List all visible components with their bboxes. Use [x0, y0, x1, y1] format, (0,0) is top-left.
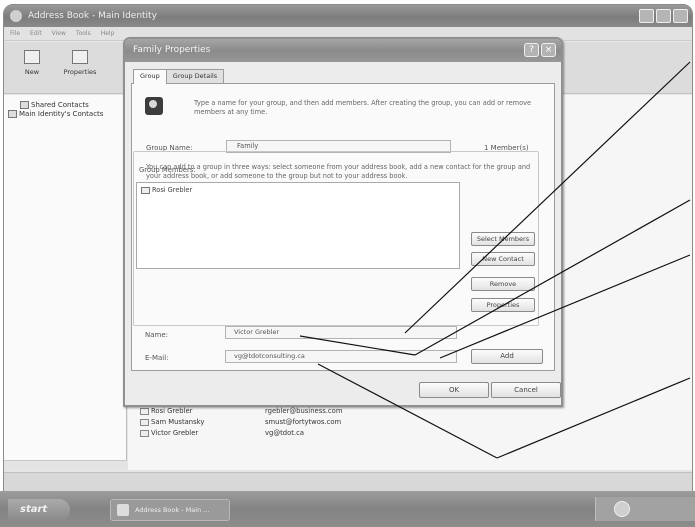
name-input[interactable]: Victor Grebler	[225, 326, 457, 339]
tree-item-shared-contacts[interactable]: Shared Contacts	[20, 101, 89, 109]
new-button-label: New	[24, 68, 40, 76]
contacts-list: Rosi Grebler rgebler@business.com Sam Mu…	[140, 407, 520, 440]
taskbar-item-label: Address Book - Main ...	[135, 506, 210, 514]
address-book-icon	[10, 10, 22, 22]
ok-button[interactable]: OK	[419, 382, 489, 398]
properties-toolbar-label: Properties	[63, 68, 97, 76]
contact-icon	[140, 407, 149, 415]
properties-button[interactable]: Properties	[471, 298, 535, 312]
minimize-icon[interactable]	[639, 9, 654, 23]
list-item[interactable]: Rosi Grebler rgebler@business.com	[140, 407, 520, 418]
list-item[interactable]: Victor Grebler vg@tdot.ca	[140, 429, 520, 440]
start-button[interactable]: start	[8, 499, 70, 521]
app-titlebar: Address Book - Main Identity	[4, 5, 692, 27]
dialog-window-controls: ? ×	[524, 43, 556, 57]
tree-item-label: Shared Contacts	[31, 101, 89, 109]
contact-email: vg@tdot.ca	[265, 429, 304, 437]
folder-tree: Shared Contacts Main Identity's Contacts	[4, 95, 127, 467]
new-contact-icon	[24, 50, 40, 64]
contact-name: Sam Mustansky	[151, 418, 205, 426]
members-list[interactable]: Rosi Grebler	[136, 182, 460, 269]
tree-item-main-identity[interactable]: Main Identity's Contacts	[8, 110, 103, 118]
add-button[interactable]: Add	[471, 349, 543, 364]
contact-email: smust@fortytwos.com	[265, 418, 342, 426]
horizontal-scrollbar[interactable]	[4, 460, 127, 470]
group-icon	[145, 97, 163, 115]
close-icon[interactable]: ×	[541, 43, 556, 57]
contact-icon	[140, 418, 149, 426]
contact-name: Victor Grebler	[151, 429, 199, 437]
remove-button[interactable]: Remove	[471, 277, 535, 291]
properties-toolbar-button[interactable]: Properties	[60, 50, 100, 86]
member-name: Rosi Grebler	[152, 186, 193, 194]
new-contact-button[interactable]: New Contact	[471, 252, 535, 266]
menu-help[interactable]: Help	[101, 27, 115, 40]
network-icon[interactable]	[614, 501, 630, 517]
taskbar-item-address-book[interactable]: Address Book - Main ...	[110, 499, 230, 521]
tab-group[interactable]: Group	[133, 69, 167, 84]
app-title: Address Book - Main Identity	[28, 11, 157, 21]
app-window-controls	[639, 9, 688, 23]
list-item[interactable]: Sam Mustansky smust@fortytwos.com	[140, 418, 520, 429]
tree-item-label: Main Identity's Contacts	[19, 110, 104, 118]
menu-view[interactable]: View	[52, 27, 66, 40]
cancel-button[interactable]: Cancel	[491, 382, 561, 398]
family-properties-dialog: Family Properties ? × Group Group Detail…	[123, 37, 563, 407]
system-tray	[595, 497, 695, 521]
email-input[interactable]: vg@tdotconsulting.ca	[225, 350, 457, 363]
group-members-label: Group Members:	[139, 166, 196, 174]
contact-icon	[140, 429, 149, 437]
close-icon[interactable]	[673, 9, 688, 23]
folder-icon	[20, 101, 29, 109]
dialog-titlebar: Family Properties ? ×	[125, 39, 561, 62]
menu-edit[interactable]: Edit	[30, 27, 42, 40]
address-book-icon	[117, 504, 129, 516]
name-label: Name:	[145, 331, 169, 339]
taskbar: start Address Book - Main ...	[0, 491, 695, 527]
folder-icon	[8, 110, 17, 118]
list-item[interactable]: Rosi Grebler	[141, 186, 192, 194]
menu-tools[interactable]: Tools	[76, 27, 91, 40]
new-button[interactable]: New	[12, 50, 52, 86]
contact-name: Rosi Grebler	[151, 407, 193, 415]
contact-icon	[141, 186, 150, 194]
select-members-button[interactable]: Select Members	[471, 232, 535, 246]
email-label: E-Mail:	[145, 354, 169, 362]
properties-icon	[72, 50, 88, 64]
maximize-icon[interactable]	[656, 9, 671, 23]
menu-file[interactable]: File	[10, 27, 20, 40]
tab-group-details[interactable]: Group Details	[165, 69, 225, 83]
intro-text: Type a name for your group, and then add…	[194, 99, 532, 116]
contact-email: rgebler@business.com	[265, 407, 343, 415]
dialog-title: Family Properties	[133, 45, 211, 55]
tab-strip: Group Group Details	[133, 69, 225, 84]
help-icon[interactable]: ?	[524, 43, 539, 57]
